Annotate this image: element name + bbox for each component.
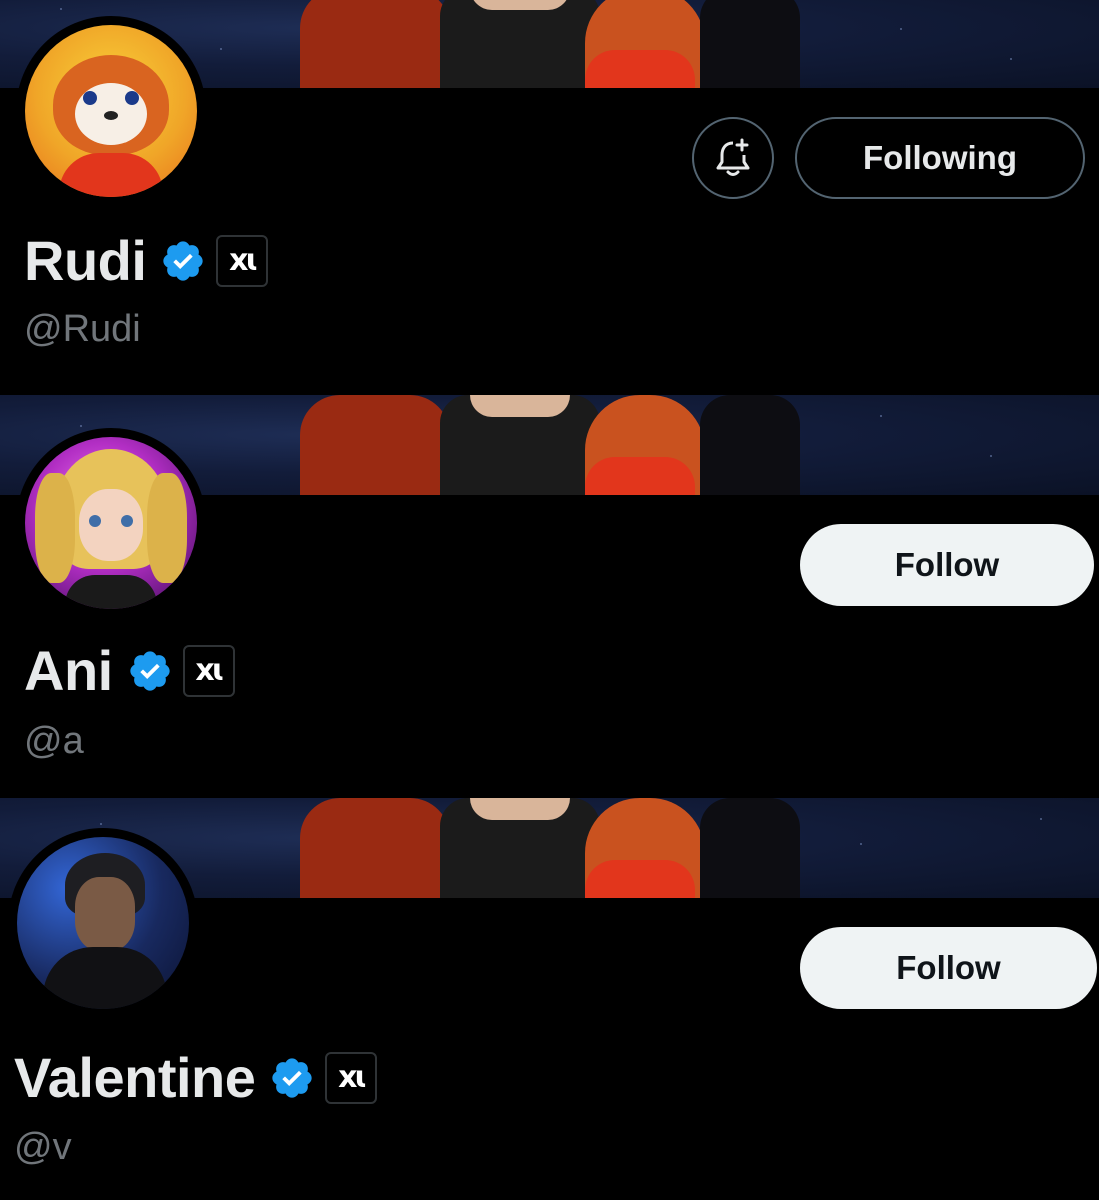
display-name: Ani (24, 639, 113, 702)
xai-affiliate-badge[interactable]: xɩ (216, 234, 269, 287)
avatar[interactable] (16, 428, 206, 618)
avatar[interactable] (16, 16, 206, 206)
following-button-label: Following (863, 139, 1017, 176)
follow-button-label: Follow (894, 546, 1000, 583)
xai-badge-label: xɩ (229, 243, 259, 278)
xai-affiliate-badge[interactable]: xɩ (182, 644, 235, 697)
verified-badge-icon (272, 1057, 313, 1098)
user-handle: @Rudi (24, 308, 141, 350)
display-name-row: Ani xɩ (24, 638, 235, 703)
dark-haired-man-avatar (17, 837, 189, 1009)
display-name: Rudi (24, 229, 147, 292)
profile-card-rudi: Following Rudi xɩ @Rudi (0, 0, 1099, 390)
display-name-row: Valentine xɩ (14, 1045, 378, 1110)
xai-badge-label: xɩ (195, 653, 225, 688)
red-panda-avatar (25, 25, 197, 197)
user-handle: @a (24, 720, 84, 762)
notifications-button[interactable] (692, 117, 774, 199)
user-handle: @v (14, 1126, 72, 1168)
xai-affiliate-badge[interactable]: xɩ (325, 1051, 378, 1104)
avatar[interactable] (8, 828, 198, 1018)
profile-card-ani: Follow Ani xɩ @a (0, 395, 1099, 798)
follow-button[interactable]: Follow (800, 524, 1094, 606)
verified-badge-icon (163, 240, 204, 281)
anime-girl-avatar (25, 437, 197, 609)
display-name-row: Rudi xɩ (24, 228, 269, 293)
bell-plus-icon (716, 138, 750, 176)
xai-badge-label: xɩ (338, 1060, 368, 1095)
profile-card-valentine: Follow Valentine xɩ @v (0, 798, 1099, 1200)
following-button[interactable]: Following (795, 117, 1085, 199)
follow-button-label: Follow (896, 949, 1001, 986)
verified-badge-icon (130, 650, 170, 691)
display-name: Valentine (14, 1046, 256, 1109)
follow-button[interactable]: Follow (800, 927, 1097, 1009)
